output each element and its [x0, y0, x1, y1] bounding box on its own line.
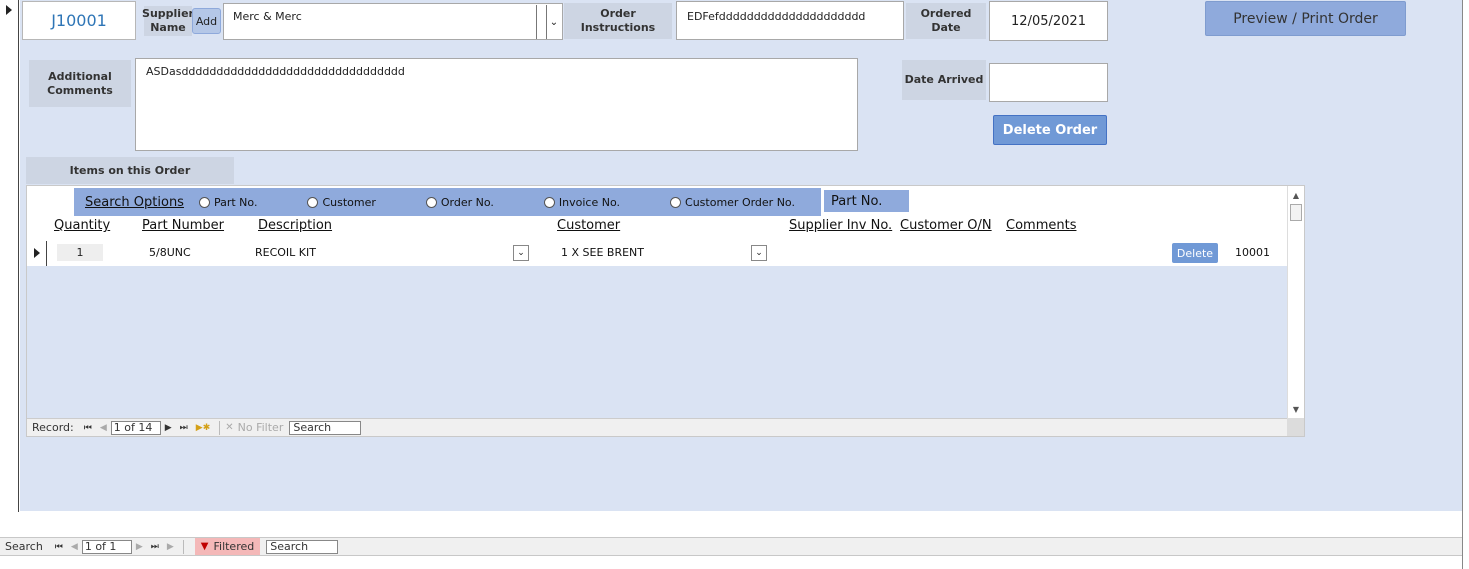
radio-customer[interactable]: Customer — [307, 196, 376, 209]
order-id-field[interactable]: J10001 — [22, 1, 136, 40]
additional-comments-field[interactable]: ASDasdddddddddddddddddddddddddddddddd — [135, 58, 858, 151]
scroll-down-icon[interactable]: ▼ — [1290, 402, 1302, 416]
radio-part-no[interactable]: Part No. — [198, 196, 257, 209]
delete-row-button[interactable]: Delete — [1172, 243, 1218, 263]
column-header-description[interactable]: Description — [258, 218, 332, 233]
new-record-icon[interactable]: ▶✱ — [196, 423, 210, 433]
scroll-thumb[interactable] — [1290, 204, 1302, 221]
subform-record-navigator: Record: ⏮ ◀ 1 of 14 ▶ ⏭ ▶✱ ✕ No Filter S… — [27, 418, 1287, 436]
radio-circle-icon — [543, 196, 555, 208]
search-nav-label: Search — [5, 540, 43, 553]
radio-circle-icon — [198, 196, 210, 208]
column-header-part-number[interactable]: Part Number — [142, 218, 224, 233]
filter-icon: ✕ — [225, 422, 234, 433]
column-header-supplier-inv[interactable]: Supplier Inv No. — [789, 218, 892, 233]
funnel-icon: ▼ — [200, 541, 209, 552]
main-record-counter-input[interactable]: 1 of 1 — [81, 539, 132, 554]
order-instructions-field[interactable]: EDFefddddddddddddddddddddd — [676, 1, 904, 40]
part-number-cell[interactable]: 5/8UNC — [149, 246, 191, 259]
window-edge — [1462, 0, 1469, 569]
filtered-toggle[interactable]: ▼ Filtered — [194, 538, 261, 555]
search-mode-label: Part No. — [824, 190, 909, 212]
first-record-icon[interactable]: ⏮ — [55, 542, 63, 552]
search-options-label: Search Options — [85, 194, 184, 210]
ordered-date-label: Ordered Date — [906, 3, 986, 39]
column-header-customer[interactable]: Customer — [557, 218, 620, 233]
subform-header: Search Options Part No. Customer Order N… — [27, 186, 1287, 266]
previous-record-icon[interactable]: ◀ — [100, 423, 107, 433]
supplier-name-combo[interactable]: Merc & Merc ⌄ — [223, 3, 563, 40]
scroll-corner — [1287, 418, 1304, 436]
add-supplier-button[interactable]: Add — [192, 8, 221, 34]
radio-invoice-no[interactable]: Invoice No. — [543, 196, 620, 209]
main-search-input[interactable]: Search — [266, 539, 339, 554]
last-record-icon[interactable]: ⏭ — [180, 423, 188, 433]
column-header-customer-on[interactable]: Customer O/N — [900, 218, 992, 233]
date-arrived-label: Date Arrived — [902, 60, 986, 100]
delete-order-button[interactable]: Delete Order — [993, 115, 1107, 145]
description-cell[interactable]: RECOIL KIT — [255, 246, 316, 259]
divider — [182, 539, 184, 554]
search-options-bar: Search Options Part No. Customer Order N… — [74, 188, 821, 216]
record-counter-input[interactable]: 1 of 14 — [110, 420, 161, 435]
supplier-name-label: Supplier Name — [142, 6, 194, 36]
no-filter-label[interactable]: No Filter — [238, 421, 284, 434]
additional-comments-label: Additional Comments — [29, 60, 131, 107]
order-instructions-label: Order Instructions — [564, 3, 672, 39]
next-record-icon[interactable]: ▶ — [165, 423, 172, 433]
table-row: 1 5/8UNC RECOIL KIT ⌄ 1 X SEE BRENT ⌄ De… — [27, 241, 1287, 266]
ordered-date-field[interactable]: 12/05/2021 — [989, 1, 1108, 41]
radio-order-no[interactable]: Order No. — [425, 196, 494, 209]
field-divider — [536, 5, 537, 39]
next-record-icon[interactable]: ▶ — [136, 542, 143, 552]
chevron-down-icon[interactable]: ⌄ — [513, 245, 529, 261]
items-on-order-label: Items on this Order — [26, 157, 234, 184]
vertical-scrollbar[interactable]: ▲ ▼ — [1287, 186, 1304, 418]
current-record-icon — [6, 5, 12, 15]
main-record-navigator: Search ⏮ ◀ 1 of 1 ▶ ⏭ ▶ ▼ Filtered Search — [0, 537, 1462, 556]
divider — [219, 420, 221, 435]
radio-circle-icon — [425, 196, 437, 208]
date-arrived-field[interactable] — [989, 63, 1108, 102]
scroll-up-icon[interactable]: ▲ — [1290, 188, 1302, 202]
first-record-icon[interactable]: ⏮ — [84, 423, 92, 433]
last-record-icon[interactable]: ⏭ — [151, 542, 159, 552]
preview-print-order-button[interactable]: Preview / Print Order — [1205, 1, 1406, 36]
new-record-icon[interactable]: ▶ — [167, 542, 174, 552]
row-id-cell: 10001 — [1235, 246, 1270, 259]
column-header-comments[interactable]: Comments — [1006, 218, 1076, 233]
previous-record-icon[interactable]: ◀ — [71, 542, 78, 552]
customer-cell[interactable]: 1 X SEE BRENT — [561, 246, 644, 259]
quantity-cell[interactable]: 1 — [57, 244, 103, 261]
record-selector[interactable] — [0, 0, 19, 512]
record-label: Record: — [32, 421, 74, 434]
order-items-subform: Search Options Part No. Customer Order N… — [26, 185, 1305, 437]
radio-customer-order-no[interactable]: Customer Order No. — [670, 196, 795, 209]
radio-circle-icon — [670, 196, 682, 208]
chevron-down-icon[interactable]: ⌄ — [751, 245, 767, 261]
radio-circle-icon — [307, 196, 319, 208]
supplier-name-value: Merc & Merc — [233, 10, 302, 23]
current-row-icon — [34, 248, 40, 258]
chevron-down-icon[interactable]: ⌄ — [546, 5, 561, 39]
partial-next-row — [19, 557, 1462, 569]
subform-search-input[interactable]: Search — [289, 420, 362, 435]
column-header-quantity[interactable]: Quantity — [54, 218, 110, 233]
row-selector[interactable] — [27, 241, 47, 266]
